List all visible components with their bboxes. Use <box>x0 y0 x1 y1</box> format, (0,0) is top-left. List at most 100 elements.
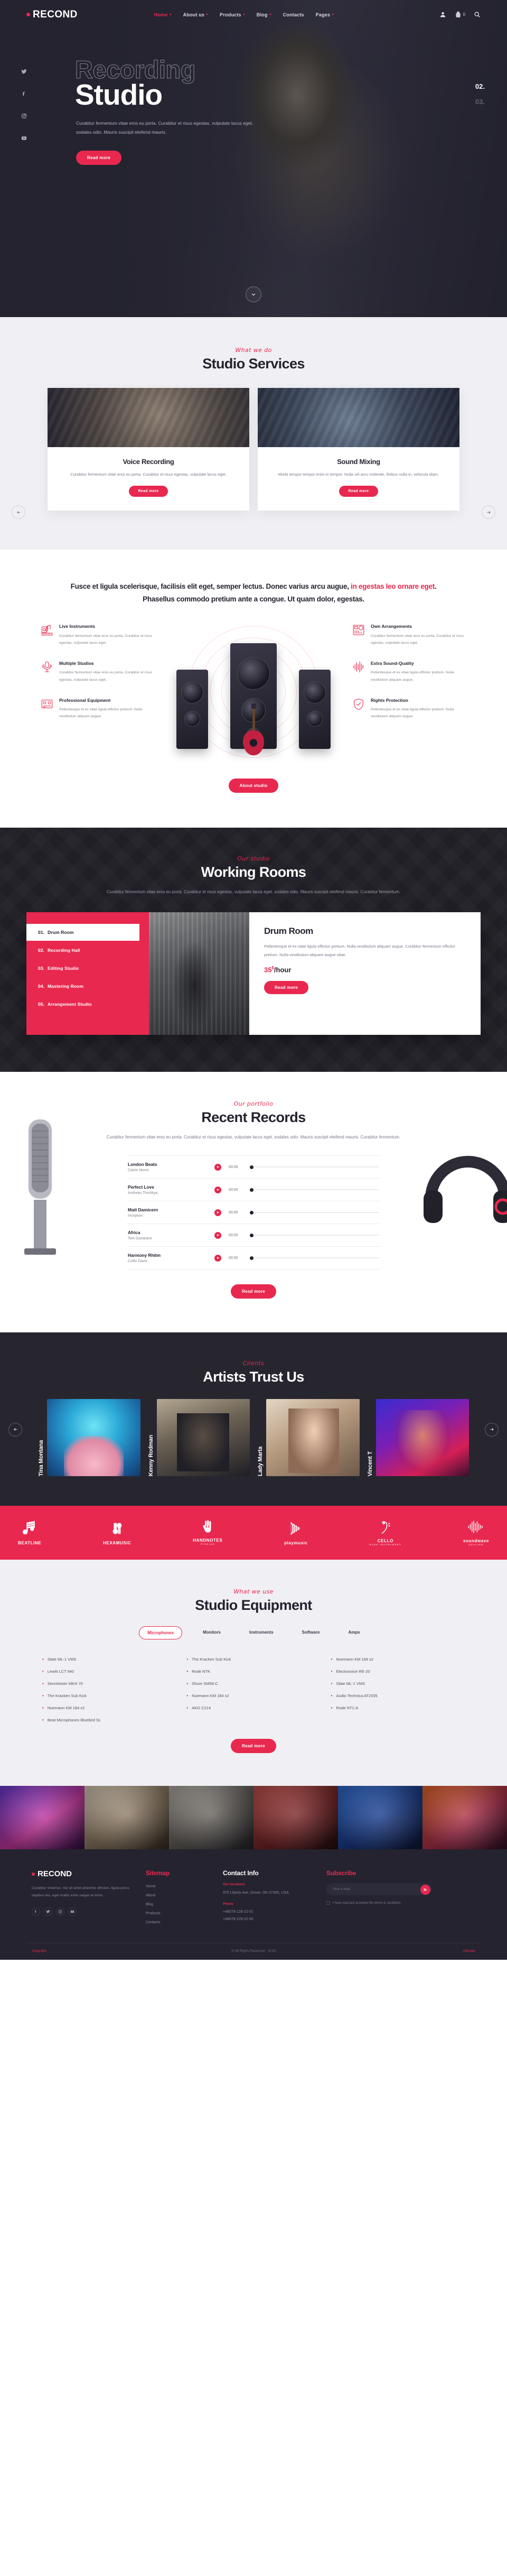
equipment-tab-microphones[interactable]: Microphones <box>139 1626 183 1640</box>
services-prev-button[interactable] <box>12 505 25 519</box>
track-progress-handle[interactable] <box>250 1233 253 1237</box>
gallery-photo[interactable] <box>84 1786 169 1850</box>
room-read-more-button[interactable]: Read more <box>264 981 309 995</box>
track-progress-handle[interactable] <box>250 1188 253 1192</box>
brand-logo-beatline[interactable]: BEATLINE <box>18 1521 41 1545</box>
footer-link-products[interactable]: Products <box>146 1909 209 1918</box>
track-progress-bar[interactable] <box>250 1233 379 1237</box>
brand-logo-cello[interactable]: CELLO BASS INSTRUMENT <box>369 1519 401 1546</box>
equipment-read-more-button[interactable]: Read more <box>230 1739 277 1754</box>
bullet-icon: • <box>186 1656 189 1662</box>
track-progress-handle[interactable] <box>250 1210 253 1215</box>
equipment-tab-monitors[interactable]: Monitors <box>195 1626 229 1639</box>
artist-card[interactable]: Tina Montana <box>38 1399 140 1477</box>
nav-item-home[interactable]: Home <box>154 12 172 17</box>
bullet-icon: • <box>186 1669 189 1674</box>
room-tab-arrangement-studio[interactable]: 05. Arrangement Studio <box>26 996 149 1013</box>
track-row[interactable]: Perfect Love Andreas Thonikya 00:00 <box>127 1179 380 1202</box>
nav-item-products[interactable]: Products <box>220 12 245 17</box>
artist-card[interactable]: Lady Marta <box>257 1399 360 1477</box>
gallery-photo[interactable] <box>169 1786 253 1850</box>
artists-next-button[interactable] <box>485 1422 499 1437</box>
artists-prev-button[interactable] <box>8 1422 22 1437</box>
track-progress-bar[interactable] <box>250 1256 379 1260</box>
track-progress-bar[interactable] <box>250 1210 379 1215</box>
facebook-icon[interactable] <box>21 90 27 99</box>
footer-link-contacts[interactable]: Contacts <box>146 1918 209 1927</box>
instagram-icon[interactable] <box>21 112 27 122</box>
track-progress-bar[interactable] <box>250 1165 379 1169</box>
subscribe-terms-checkbox[interactable]: I have read and accepted the terms & con… <box>326 1901 432 1906</box>
service-card[interactable]: Voice Recording Curabitur fermentum vita… <box>48 388 249 511</box>
nav-item-contacts[interactable]: Contacts <box>283 12 304 17</box>
youtube-icon[interactable] <box>21 134 27 144</box>
service-card[interactable]: Sound Mixing Morbi tempor tempor enim in… <box>258 388 459 511</box>
room-tab-editing-studio[interactable]: 03. Editing Studio <box>26 960 149 977</box>
room-tab-mastering-room[interactable]: 04. Mastering Room <box>26 978 149 995</box>
play-icon[interactable] <box>214 1163 221 1171</box>
brand-logo-handnotes[interactable]: HANDNOTES Premium <box>193 1520 222 1545</box>
gallery-photo[interactable] <box>338 1786 422 1850</box>
nav-item-about-us[interactable]: About us <box>183 12 209 17</box>
equipment-tab-software[interactable]: Software <box>294 1626 328 1639</box>
checkbox-icon[interactable] <box>326 1901 330 1905</box>
records-description: Curabitur fermentum vitae eros eu porta.… <box>106 1135 401 1140</box>
footer-link-about[interactable]: About <box>146 1891 209 1900</box>
artist-card[interactable]: Kenny Rodman <box>148 1399 250 1477</box>
instagram-icon[interactable] <box>56 1907 64 1916</box>
play-icon[interactable] <box>214 1209 221 1216</box>
cart-button[interactable]: 0 <box>455 11 465 18</box>
gallery-photo[interactable] <box>0 1786 84 1850</box>
hero-read-more-button[interactable]: Read more <box>76 151 122 165</box>
artist-card[interactable]: Vincent T <box>367 1399 469 1477</box>
gallery-photo[interactable] <box>253 1786 338 1850</box>
feature-text: Pellentesque et ex vitae ligula efficitu… <box>59 708 143 719</box>
search-icon[interactable] <box>474 11 481 18</box>
brand-logo-row: BEATLINE HEXAMUSIC HANDNOTES Premium pla… <box>0 1519 507 1546</box>
play-icon[interactable] <box>214 1231 221 1239</box>
track-row[interactable]: London Beats Calvin Norris 00:00 <box>127 1155 380 1179</box>
site-logo[interactable]: RECOND <box>26 9 78 21</box>
footer-link-blog[interactable]: Blog <box>146 1900 209 1909</box>
feature-text: Curabitur fermentum vitae eros eu porta.… <box>59 634 153 645</box>
facebook-icon[interactable] <box>32 1907 40 1916</box>
youtube-icon[interactable] <box>68 1907 77 1916</box>
play-icon[interactable] <box>214 1186 221 1193</box>
about-studio-button[interactable]: About studio <box>228 779 279 793</box>
bullet-icon: • <box>42 1693 44 1698</box>
nav-item-pages[interactable]: Pages <box>316 12 334 17</box>
records-read-more-button[interactable]: Read more <box>230 1284 277 1299</box>
equipment-tab-instruments[interactable]: Instruments <box>241 1626 281 1639</box>
send-icon <box>424 1888 427 1892</box>
brand-logo-hexamusic[interactable]: HEXAMUSIC <box>103 1521 131 1545</box>
main-navigation[interactable]: Home About us Products Blog Contacts Pag… <box>154 12 334 17</box>
track-row[interactable]: Matt Damicern Inception 00:00 <box>127 1201 380 1225</box>
artists-title: Artists Trust Us <box>203 1369 304 1385</box>
brand-logo-soundwave[interactable]: soundwave DEALING <box>463 1519 489 1546</box>
services-next-button[interactable] <box>482 505 495 519</box>
room-tab-recording-hall[interactable]: 02. Recording Hall <box>26 942 149 959</box>
play-icon[interactable] <box>214 1254 221 1262</box>
footer-phone-2[interactable]: +48078-128-22-50 <box>223 1917 253 1921</box>
nav-item-blog[interactable]: Blog <box>257 12 271 17</box>
track-progress-handle[interactable] <box>250 1256 253 1260</box>
chevron-down-icon <box>251 293 256 296</box>
track-row[interactable]: Africa Tom Ganarace 00:00 <box>127 1224 380 1247</box>
footer-link-home[interactable]: Home <box>146 1882 209 1891</box>
footer-phone-1[interactable]: +48078-128-22-51 <box>223 1910 253 1914</box>
twitter-icon[interactable] <box>44 1907 52 1916</box>
track-row[interactable]: Harmony Rhitm Collin Davis 00:00 <box>127 1247 380 1270</box>
track-progress-handle[interactable] <box>250 1165 253 1169</box>
room-tab-drum-room[interactable]: 01. Drum Room <box>26 924 139 941</box>
user-icon[interactable] <box>439 11 446 18</box>
footer-logo[interactable]: RECOND <box>32 1869 132 1878</box>
brand-logo-playmusic[interactable]: playmusic <box>284 1521 308 1545</box>
gallery-photo[interactable] <box>422 1786 507 1850</box>
track-progress-bar[interactable] <box>250 1188 379 1192</box>
equipment-tab-amps[interactable]: Amps <box>340 1626 368 1639</box>
scroll-down-button[interactable] <box>246 286 261 302</box>
twitter-icon[interactable] <box>21 68 27 77</box>
subscribe-email-input[interactable] <box>326 1883 432 1896</box>
service-read-more-button[interactable]: Read more <box>339 486 379 497</box>
service-read-more-button[interactable]: Read more <box>128 486 168 497</box>
